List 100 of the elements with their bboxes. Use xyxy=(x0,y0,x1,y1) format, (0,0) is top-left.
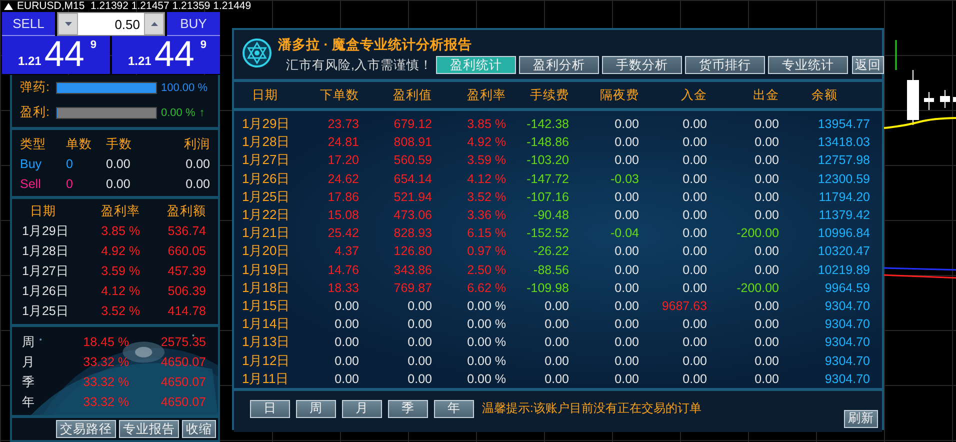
table-cell-text: 0.00 xyxy=(682,117,707,132)
table-cell-text: 0.00 xyxy=(754,153,779,168)
table-cell-text: 0.00 xyxy=(682,153,707,168)
table-cell-text: 0 xyxy=(65,177,74,191)
report-title: 潘多拉 · 魔盒专业统计分析报告 xyxy=(278,36,473,54)
table-cell-text: 0.00 xyxy=(682,262,707,277)
report-tab[interactable]: 盈利分析 xyxy=(519,56,599,74)
table-cell-text: 3.59 % xyxy=(466,153,506,168)
table-cell-text: 4.37 xyxy=(334,244,359,258)
table-cell-text: 0.00 xyxy=(544,298,569,313)
back-button[interactable]: 返回 xyxy=(852,56,884,74)
report-tab[interactable]: 手数分析 xyxy=(602,56,682,74)
report-tab[interactable]: 专业统计 xyxy=(768,56,848,74)
date-cell-text: 1月12日 xyxy=(242,352,291,370)
table-cell-text: 0.00 xyxy=(682,372,707,386)
table-cell-text: 0.00 xyxy=(682,172,707,186)
table-cell-text: 12757.98 xyxy=(816,153,870,168)
table-cell-text: 0.97 % xyxy=(466,244,506,258)
period-button[interactable]: 季 xyxy=(388,400,428,418)
candlestick xyxy=(940,90,950,108)
table-cell-text: 126.80 xyxy=(392,244,432,258)
table-cell-text: 9304.70 xyxy=(824,298,870,313)
period-button[interactable]: 年 xyxy=(434,400,474,418)
table-cell-text: 0.00 xyxy=(754,135,779,150)
table-cell-text: 0.00 xyxy=(184,157,210,171)
column-header: 日期 xyxy=(29,202,57,220)
table-cell-text: 0.00 xyxy=(406,354,432,368)
table-cell-text: 769.87 xyxy=(392,280,432,295)
buy-button[interactable]: BUY xyxy=(167,12,220,36)
table-cell-text: Sell xyxy=(20,177,42,191)
period-button[interactable]: 日 xyxy=(250,400,290,418)
panel-button[interactable]: 交易路径 xyxy=(56,420,116,438)
table-cell-text: 473.06 xyxy=(392,208,432,222)
table-cell-text: 4650.07 xyxy=(160,375,206,389)
table-cell-text: 828.93 xyxy=(392,226,432,240)
indicator-line xyxy=(895,40,897,70)
table-cell-text: 2575.35 xyxy=(160,335,206,349)
date-cell-text: 1月11日 xyxy=(242,370,290,388)
table-cell-text: 0.00 xyxy=(682,280,707,295)
table-cell-text: 0.00 xyxy=(406,335,432,350)
table-cell-text: 679.12 xyxy=(392,117,432,132)
period-label: 周 xyxy=(22,334,36,350)
table-cell-text: 0.00 xyxy=(105,157,132,171)
column-header: 单数 xyxy=(65,136,93,152)
refresh-button[interactable]: 刷新 xyxy=(844,410,878,428)
column-header: 盈利率 xyxy=(466,86,506,104)
table-cell-text: 24.62 xyxy=(326,172,359,186)
trend-arrow: ↑ xyxy=(199,106,205,118)
date-cell-text: 1月22日 xyxy=(242,206,291,224)
date-cell-text: 1月19日 xyxy=(242,260,291,279)
table-cell-text: 0.00 xyxy=(544,317,569,332)
table-cell-text: 0.00 xyxy=(105,177,132,191)
table-cell-text: 13418.03 xyxy=(816,135,870,150)
table-cell-text: 3.52 % xyxy=(466,190,506,204)
date-cell-text: 1月26日 xyxy=(242,170,291,188)
sell-button[interactable]: SELL xyxy=(2,12,55,36)
table-cell-text: -142.38 xyxy=(526,117,569,132)
date-cell-text: 1月14日 xyxy=(242,315,291,334)
table-cell-text: 4.12 % xyxy=(466,172,506,186)
table-cell-text: 0.00 xyxy=(754,317,779,332)
panel-button[interactable]: 收缩 xyxy=(182,420,216,438)
period-button[interactable]: 周 xyxy=(296,400,336,418)
table-cell-text: 0.00 xyxy=(544,335,569,350)
table-cell-text: 0.00 xyxy=(334,317,359,332)
table-cell-text: 0.00 xyxy=(754,172,779,186)
triangle-icon[interactable] xyxy=(4,2,13,10)
table-cell-text: 0.00 xyxy=(614,117,639,132)
report-tab[interactable]: 货币排行 xyxy=(685,56,765,74)
period-label: 年 xyxy=(22,394,36,410)
table-cell-text: 0.00 xyxy=(614,280,639,295)
column-header: 余额 xyxy=(810,86,838,104)
table-cell-text: 0.00 xyxy=(754,354,779,368)
table-cell-text: 0.00 xyxy=(754,372,779,386)
meter-label: 盈利: xyxy=(20,104,50,121)
table-cell-text: 0.00 xyxy=(614,335,639,350)
table-cell-text: 0.00 % xyxy=(466,298,506,313)
column-header: 类型 xyxy=(20,136,47,152)
date-cell-text: 1月13日 xyxy=(242,333,291,352)
table-cell-text: -90.48 xyxy=(532,208,569,222)
table-cell-text: 1月26日 xyxy=(22,282,70,300)
table-cell-text: 0.00 xyxy=(614,190,639,204)
meter-label: 弹药: xyxy=(20,79,50,96)
table-cell-text: 4.92 % xyxy=(466,135,506,150)
table-cell-text: 24.81 xyxy=(326,135,359,150)
table-cell-text: 33.32 % xyxy=(82,355,129,369)
report-tab[interactable]: 盈利统计 xyxy=(436,56,516,74)
table-cell-text: 1月25日 xyxy=(22,302,70,320)
table-cell-text: -107.16 xyxy=(526,190,569,204)
table-cell-text: 11379.42 xyxy=(818,208,870,222)
panel-button[interactable]: 专业报告 xyxy=(119,420,179,438)
table-cell-text: 4650.07 xyxy=(160,395,206,409)
table-cell-text: 457.39 xyxy=(166,264,206,278)
table-cell-text: 4.92 % xyxy=(100,244,140,258)
table-cell-text: 9687.63 xyxy=(660,298,707,313)
table-cell-text: 506.39 xyxy=(166,284,206,298)
table-cell-text: 0.00 xyxy=(334,372,359,386)
table-cell-text: 9304.70 xyxy=(824,317,870,332)
period-button[interactable]: 月 xyxy=(342,400,382,418)
table-cell-text: 0.00 xyxy=(614,262,639,277)
table-cell-text: 0.00 xyxy=(544,354,569,368)
